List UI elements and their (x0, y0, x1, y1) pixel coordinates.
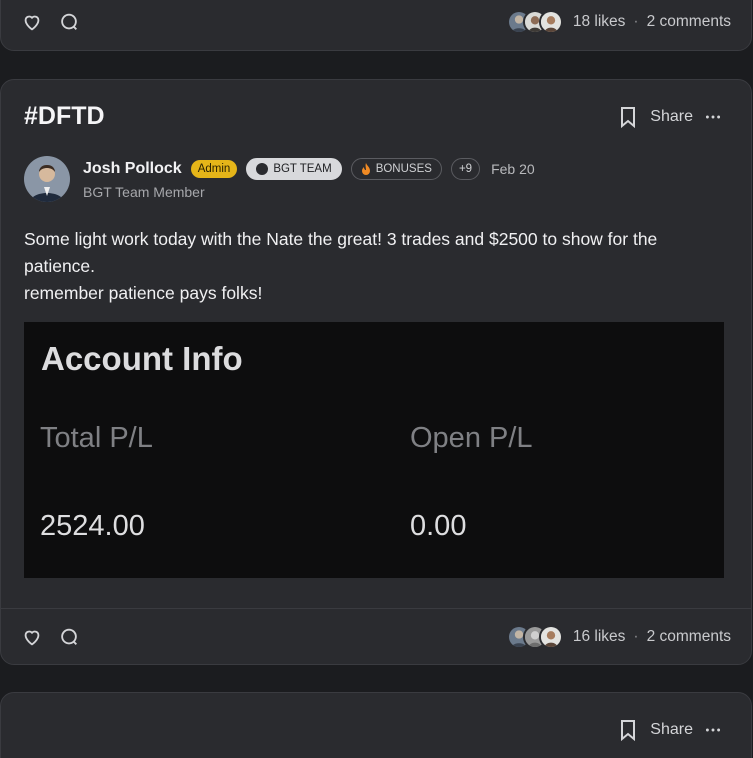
liker-avatars[interactable] (506, 10, 563, 34)
post-body-line: remember patience pays folks! (24, 283, 263, 303)
previous-post-card: 18 likes · 2 comments (0, 0, 752, 51)
author-name[interactable]: Josh Pollock (83, 160, 182, 178)
comment-icon[interactable] (58, 11, 80, 33)
more-icon[interactable] (705, 719, 721, 741)
chip-bonuses[interactable]: BONUSES (350, 158, 442, 180)
post-title[interactable]: #DFTD (24, 102, 105, 131)
post-footer: 16 likes · 2 comments (1, 608, 751, 664)
more-icon[interactable] (705, 106, 721, 128)
heart-icon[interactable] (21, 11, 43, 33)
bgt-logo-icon (256, 163, 269, 175)
bookmark-icon (621, 107, 636, 128)
author-role: BGT Team Member (83, 184, 205, 200)
attached-image[interactable]: Account Info Total P/L Open P/L 2524.00 … (24, 322, 724, 578)
total-pl-value: 2524.00 (40, 510, 145, 542)
open-pl-label: Open P/L (410, 422, 533, 454)
avatar (538, 10, 563, 34)
share-label: Share (650, 721, 693, 738)
comment-icon[interactable] (58, 626, 80, 648)
liker-avatars[interactable] (506, 624, 563, 649)
heart-icon[interactable] (21, 626, 43, 648)
avatar[interactable] (24, 156, 70, 202)
post-body: Some light work today with the Nate the … (24, 226, 724, 307)
bookmark-icon (621, 720, 636, 741)
chip-label: BGT TEAM (273, 163, 332, 175)
post-card: #DFTD Share Josh Pollock Admin BGT TEAM … (0, 79, 752, 665)
post-date: Feb 20 (491, 161, 535, 177)
separator-dot: · (633, 13, 639, 30)
post-author: Josh Pollock Admin BGT TEAM BONUSES +9 F… (24, 156, 535, 202)
flame-icon (361, 162, 370, 175)
avatar (538, 624, 563, 649)
share-button[interactable]: Share (618, 106, 693, 128)
post-actions: Share (618, 719, 721, 741)
post-actions: Share (618, 106, 721, 128)
post-footer: 18 likes · 2 comments (1, 0, 751, 50)
chip-bgt-team[interactable]: BGT TEAM (246, 158, 342, 180)
admin-badge: Admin (190, 160, 238, 178)
likes-count[interactable]: 18 likes (573, 13, 626, 31)
likes-count[interactable]: 16 likes (573, 628, 626, 646)
more-chips-badge[interactable]: +9 (450, 158, 481, 180)
open-pl-value: 0.00 (410, 510, 467, 542)
post-body-line: Some light work today with the Nate the … (24, 229, 658, 276)
image-title: Account Info (41, 340, 243, 377)
chip-label: BONUSES (375, 163, 432, 175)
share-label: Share (650, 108, 693, 125)
comments-count[interactable]: 2 comments (647, 628, 731, 646)
next-post-card: Share (0, 692, 752, 758)
separator-dot: · (633, 627, 639, 645)
comments-count[interactable]: 2 comments (647, 13, 731, 31)
total-pl-label: Total P/L (40, 422, 153, 454)
share-button[interactable]: Share (618, 719, 693, 741)
